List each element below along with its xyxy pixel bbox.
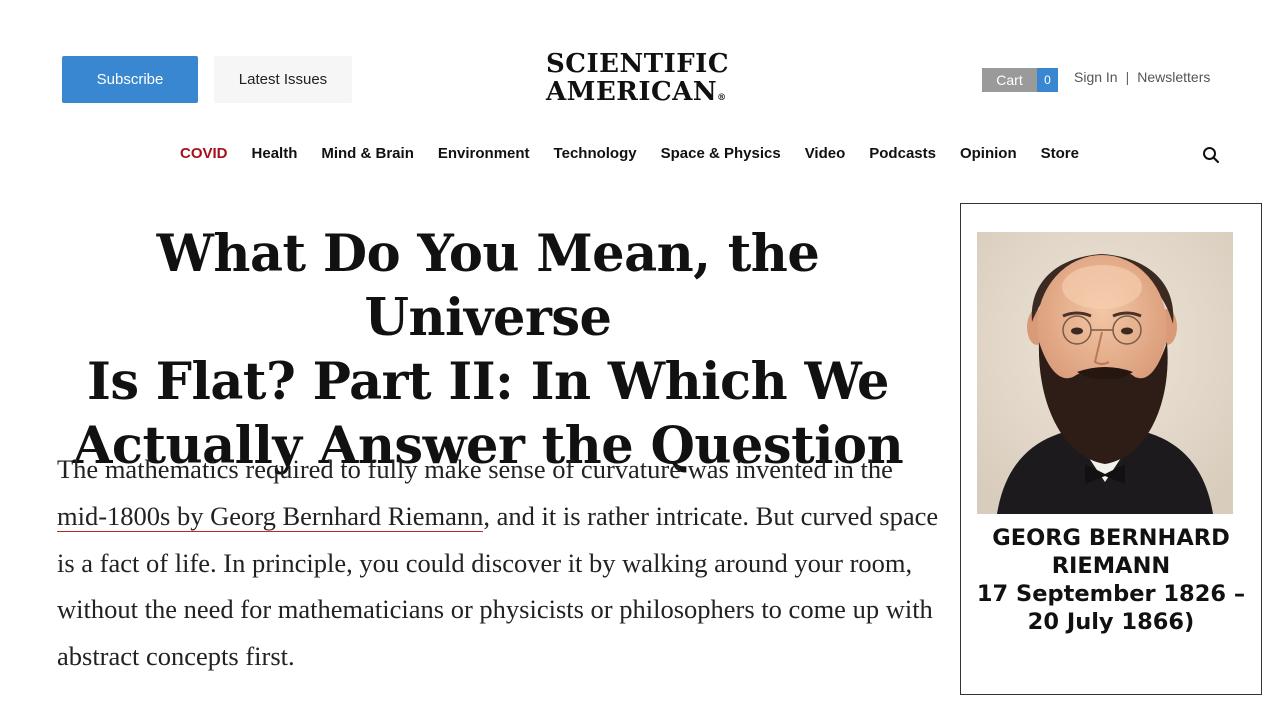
headline-line-2: Is Flat? Part II: In Which We <box>86 352 890 412</box>
riemann-portrait <box>977 232 1233 514</box>
cart-button[interactable]: Cart 0 <box>982 68 1058 92</box>
site-logo[interactable]: SCIENTIFIC AMERICAN® <box>546 50 746 112</box>
caption-line-3: 17 September 1826 – <box>976 581 1246 607</box>
logo-line-1: SCIENTIFIC <box>546 49 730 79</box>
portrait-caption: GEORG BERNHARD RIEMANN 17 September 1826… <box>961 524 1261 636</box>
nav-item-podcasts[interactable]: Podcasts <box>869 145 936 167</box>
latest-issues-button[interactable]: Latest Issues <box>214 56 352 103</box>
article-paragraph: The mathematics required to fully make s… <box>57 446 947 680</box>
nav-item-environment[interactable]: Environment <box>438 145 530 167</box>
cart-label: Cart <box>982 68 1037 92</box>
nav-item-opinion[interactable]: Opinion <box>960 145 1017 167</box>
caption-line-2: RIEMANN <box>1051 553 1171 579</box>
registered-mark: ® <box>717 93 727 103</box>
sign-in-link[interactable]: Sign In <box>1074 69 1118 85</box>
nav-item-health[interactable]: Health <box>252 145 298 167</box>
article-headline: What Do You Mean, the Universe Is Flat? … <box>40 222 936 478</box>
logo-line-2: AMERICAN® <box>546 77 727 107</box>
paragraph-text-start: The mathematics required to fully make s… <box>57 454 893 484</box>
subscribe-button[interactable]: Subscribe <box>62 56 198 103</box>
main-nav: COVID Health Mind & Brain Environment Te… <box>180 145 1079 167</box>
headline-line-1: What Do You Mean, the Universe <box>156 224 820 348</box>
nav-item-video[interactable]: Video <box>805 145 846 167</box>
link-separator: | <box>1125 69 1130 85</box>
caption-line-1: GEORG BERNHARD <box>992 525 1230 551</box>
nav-item-mind-brain[interactable]: Mind & Brain <box>321 145 414 167</box>
caption-line-4: 20 July 1866) <box>1027 609 1195 635</box>
cart-count-badge: 0 <box>1037 68 1058 92</box>
nav-item-covid[interactable]: COVID <box>180 145 228 167</box>
account-links: Sign In | Newsletters <box>1074 69 1210 85</box>
nav-item-technology[interactable]: Technology <box>554 145 637 167</box>
portrait-illustration <box>977 232 1233 514</box>
search-icon[interactable] <box>1202 146 1220 164</box>
riemann-link[interactable]: mid-1800s by Georg Bernhard Riemann <box>57 500 484 532</box>
riemann-card: GEORG BERNHARD RIEMANN 17 September 1826… <box>960 203 1262 695</box>
newsletters-link[interactable]: Newsletters <box>1137 69 1210 85</box>
nav-item-store[interactable]: Store <box>1041 145 1079 167</box>
nav-item-space-physics[interactable]: Space & Physics <box>661 145 781 167</box>
